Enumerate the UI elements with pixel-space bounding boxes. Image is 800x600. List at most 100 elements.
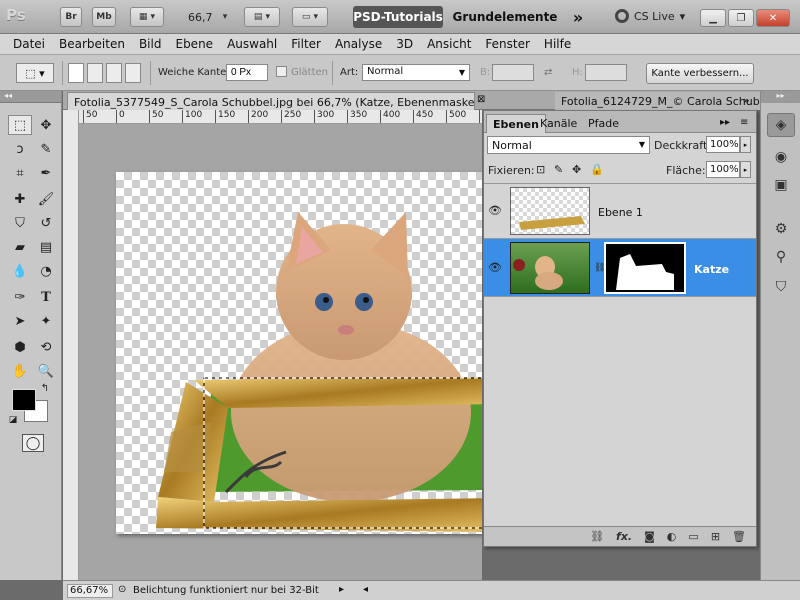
arrange-documents-button[interactable]: ▤ ▾ xyxy=(244,7,280,27)
status-menu-arrow[interactable]: ▸ xyxy=(339,584,344,595)
minimize-button[interactable]: ▁ xyxy=(700,9,726,27)
hand-tool[interactable]: ✋ xyxy=(8,361,32,381)
quick-mask-button[interactable]: ◯ xyxy=(22,434,44,452)
clone-source-dock-icon[interactable]: ⛉ xyxy=(767,275,795,299)
pen-tool[interactable]: ✑ xyxy=(8,287,32,307)
adjustment-icon[interactable]: ◐ xyxy=(667,530,677,543)
menu-bild[interactable]: Bild xyxy=(132,37,169,51)
subtract-selection-button[interactable] xyxy=(106,63,122,83)
marquee-tool[interactable]: ⬚ xyxy=(8,115,32,135)
menu-analyse[interactable]: Analyse xyxy=(328,37,389,51)
swap-icon[interactable]: ⇄ xyxy=(544,67,552,78)
bridge-button[interactable]: Br xyxy=(60,7,82,27)
masks-dock-icon[interactable]: ▣ xyxy=(767,173,795,197)
extras-menu-button[interactable]: ▦ ▾ xyxy=(130,7,164,27)
3d-rotate-tool[interactable]: ⬢ xyxy=(8,337,32,357)
brush-tool[interactable]: 🖌 xyxy=(34,189,58,209)
document-image[interactable] xyxy=(116,172,482,534)
tools-panel-header[interactable]: ◂◂ xyxy=(0,91,61,103)
eye-icon[interactable]: 👁 xyxy=(488,261,502,274)
eyedropper-tool[interactable]: ✒ xyxy=(34,163,58,183)
cs-live-button[interactable]: CS Live ▾ xyxy=(615,9,685,23)
layers-dock-icon[interactable]: ◈ xyxy=(767,113,795,137)
fill-arrow[interactable]: ▸ xyxy=(740,161,751,178)
move-tool[interactable]: ✥ xyxy=(34,115,58,135)
close-tab-icon[interactable]: ⊠ xyxy=(475,92,489,110)
crop-tool[interactable]: ⌗ xyxy=(8,163,32,183)
quick-selection-tool[interactable]: ✎ xyxy=(34,139,58,159)
document-canvas[interactable] xyxy=(79,124,482,580)
type-tool[interactable]: T xyxy=(34,287,58,307)
intersect-selection-button[interactable] xyxy=(125,63,141,83)
restore-button[interactable]: ❐ xyxy=(728,9,754,27)
more-workspaces-button[interactable]: » xyxy=(566,6,590,28)
lasso-tool[interactable]: ↄ xyxy=(8,139,32,159)
workspace-psd-tutorials[interactable]: PSD-Tutorials xyxy=(353,6,443,28)
default-colors-icon[interactable]: ◪ xyxy=(6,413,20,427)
zoom-tool[interactable]: 🔍 xyxy=(34,361,58,381)
menu-ansicht[interactable]: Ansicht xyxy=(420,37,478,51)
tab-pfade[interactable]: Pfade xyxy=(582,114,625,133)
menu-datei[interactable]: Datei xyxy=(6,37,52,51)
trash-icon[interactable]: 🗑 xyxy=(732,530,746,543)
status-zoom-field[interactable]: 66,67% xyxy=(67,584,113,598)
shape-tool[interactable]: ✦ xyxy=(34,311,58,331)
new-layer-icon[interactable]: ⊞ xyxy=(711,530,720,543)
style-select[interactable]: Normal ▼ xyxy=(362,64,470,81)
lock-position-icon[interactable]: ✥ xyxy=(572,163,581,176)
scroll-left-arrow[interactable]: ◂ xyxy=(363,584,368,595)
screen-mode-button[interactable]: ▭ ▾ xyxy=(292,7,328,27)
layer-mask-thumbnail[interactable] xyxy=(604,242,686,294)
menu-hilfe[interactable]: Hilfe xyxy=(537,37,578,51)
fill-input[interactable]: 100% xyxy=(706,161,740,178)
antialias-checkbox[interactable] xyxy=(276,66,287,77)
new-selection-button[interactable] xyxy=(68,63,84,83)
gradient-tool[interactable]: ▤ xyxy=(34,237,58,257)
blend-mode-select[interactable]: Normal ▼ xyxy=(487,136,650,154)
eye-icon[interactable]: 👁 xyxy=(488,204,502,217)
height-input[interactable] xyxy=(585,64,627,81)
healing-brush-tool[interactable]: ✚ xyxy=(8,189,32,209)
link-icon[interactable]: ⛓ xyxy=(590,530,604,543)
folder-icon[interactable]: ▭ xyxy=(688,530,698,543)
lock-transparency-icon[interactable]: ⊡ xyxy=(536,163,545,176)
dock-header[interactable]: ▸▸ xyxy=(761,91,800,103)
menu-filter[interactable]: Filter xyxy=(284,37,328,51)
more-tabs-icon[interactable]: » xyxy=(741,92,759,110)
refine-edge-button[interactable]: Kante verbessern... xyxy=(646,63,754,84)
lock-all-icon[interactable]: 🔒 xyxy=(590,163,604,176)
dodge-tool[interactable]: ◔ xyxy=(34,261,58,281)
layer-row-katze[interactable]: 👁 ⛓ Katze xyxy=(484,239,756,297)
width-input[interactable] xyxy=(492,64,534,81)
panel-menu-icon[interactable]: ≡ xyxy=(734,114,754,133)
menu-fenster[interactable]: Fenster xyxy=(478,37,537,51)
swap-colors-icon[interactable]: ↰ xyxy=(38,381,52,395)
menu-3d[interactable]: 3D xyxy=(389,37,420,51)
lock-pixels-icon[interactable]: ✎ xyxy=(554,163,563,176)
layer-row-ebene-1[interactable]: 👁 Ebene 1 xyxy=(484,183,756,239)
workspace-grundelemente[interactable]: Grundelemente xyxy=(452,6,558,28)
opacity-arrow[interactable]: ▸ xyxy=(740,136,751,153)
menu-ebene[interactable]: Ebene xyxy=(168,37,220,51)
minibridge-button[interactable]: Mb xyxy=(92,7,116,27)
blur-tool[interactable]: 💧 xyxy=(8,261,32,281)
close-button[interactable]: ✕ xyxy=(756,9,790,27)
path-selection-tool[interactable]: ➤ xyxy=(8,311,32,331)
collapse-panel-icon[interactable]: ▸▸ xyxy=(714,114,736,133)
foreground-color-swatch[interactable] xyxy=(12,389,36,411)
adjustments-dock-icon[interactable]: ◉ xyxy=(767,145,795,169)
info-icon[interactable]: ⊙ xyxy=(118,584,126,595)
mask-icon[interactable]: ◙ xyxy=(644,530,655,543)
history-brush-tool[interactable]: ↺ xyxy=(34,213,58,233)
zoom-dropdown-icon[interactable]: ▾ xyxy=(218,7,232,27)
fx-icon[interactable]: fx. xyxy=(616,530,632,543)
opacity-input[interactable]: 100% xyxy=(706,136,740,153)
doc-tab-katze[interactable]: Fotolia_5377549_S_Carola Schubbel.jpg be… xyxy=(67,92,475,110)
tab-kanaele[interactable]: Kanäle xyxy=(534,114,583,133)
brushes-dock-icon[interactable]: ⚲ xyxy=(767,245,795,269)
menu-bearbeiten[interactable]: Bearbeiten xyxy=(52,37,132,51)
tool-preset-picker[interactable]: ⬚ ▾ xyxy=(16,63,54,83)
add-selection-button[interactable] xyxy=(87,63,103,83)
actions-dock-icon[interactable]: ⚙ xyxy=(767,217,795,241)
clone-stamp-tool[interactable]: ⛉ xyxy=(8,213,32,233)
